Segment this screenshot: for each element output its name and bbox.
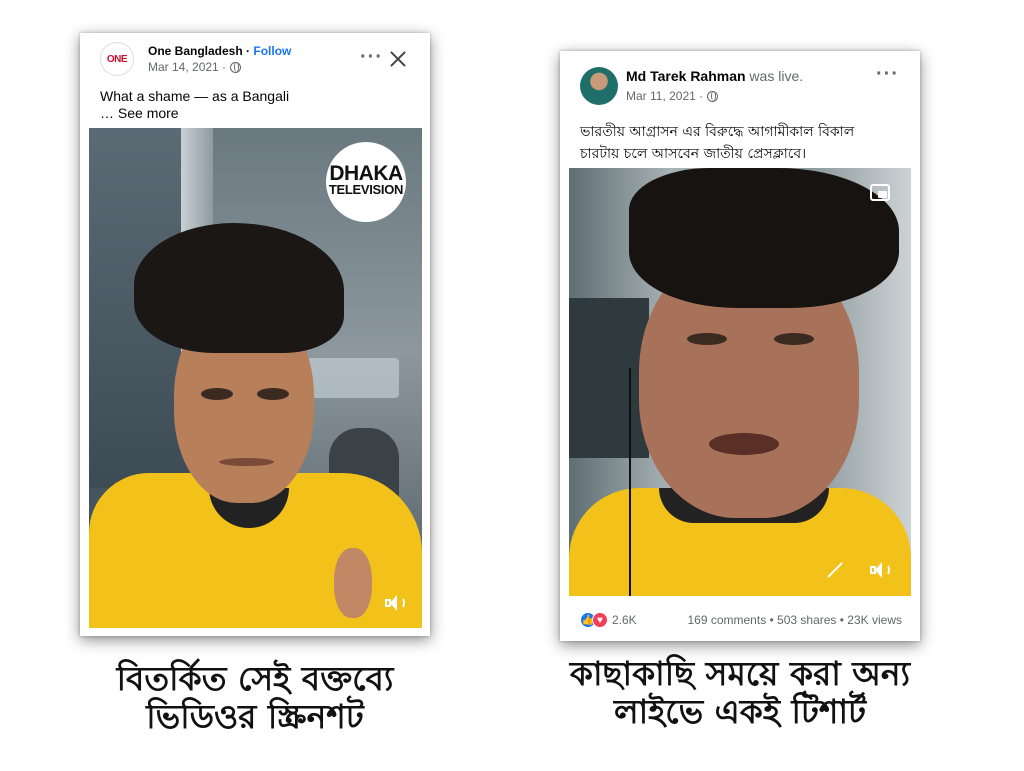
- video-player[interactable]: DHAKA TELEVISION: [89, 128, 422, 628]
- more-horizontal-icon[interactable]: ···: [876, 64, 899, 84]
- header-separator: ·: [242, 44, 254, 58]
- expand-icon[interactable]: [827, 562, 843, 578]
- post-header-line: Md Tarek Rahman was live.: [626, 68, 803, 84]
- left-facebook-post: ONE One Bangladesh · Follow Mar 14, 2021…: [80, 33, 430, 636]
- hair: [629, 168, 899, 308]
- right-caption: কাছাকাছি সময়ে করা অন্য লাইভে একই টিশার্…: [560, 655, 920, 731]
- right-facebook-post: Md Tarek Rahman was live. Mar 11, 2021 ·…: [560, 51, 920, 641]
- post-text-line: What a shame — as a Bangali: [100, 88, 290, 104]
- caption-line: বিতর্কিত সেই বক্তব্যে: [116, 659, 394, 698]
- post-text-line: ভারতীয় আগ্রাসন এর বিরুদ্ধে আগামীকাল বিক…: [580, 124, 855, 140]
- reaction-count: 2.6K: [612, 613, 637, 627]
- post-text: ভারতীয় আগ্রাসন এর বিরুদ্ধে আগামীকাল বিক…: [580, 121, 854, 165]
- globe-icon: [707, 90, 719, 102]
- follow-button[interactable]: Follow: [253, 44, 291, 58]
- post-date[interactable]: Mar 11, 2021 ·: [626, 89, 703, 103]
- caption-line: কাছাকাছি সময়ে করা অন্য: [569, 654, 911, 693]
- dhaka-television-logo: DHAKA TELEVISION: [326, 142, 406, 222]
- page-avatar[interactable]: ONE: [100, 42, 134, 76]
- picture-in-picture-icon[interactable]: [870, 184, 890, 201]
- post-header-line: One Bangladesh · Follow: [148, 44, 291, 58]
- post-text-line: চারটায় চলে আসবেন জাতীয় প্রেসক্লাবে।: [580, 146, 807, 162]
- right-eye: [774, 333, 814, 345]
- more-horizontal-icon[interactable]: ···: [360, 47, 383, 67]
- author-name-link[interactable]: Md Tarek Rahman: [626, 68, 746, 84]
- mouth: [219, 458, 274, 466]
- video-player[interactable]: [569, 168, 911, 596]
- hair: [134, 223, 344, 353]
- left-eye: [687, 333, 727, 345]
- page-name-link[interactable]: One Bangladesh: [148, 44, 243, 58]
- logo-line2: TELEVISION: [328, 182, 404, 197]
- reaction-summary[interactable]: 👍 ♥ 2.6K: [580, 612, 637, 628]
- heart-icon: ♥: [592, 612, 608, 628]
- close-icon[interactable]: [389, 50, 407, 68]
- left-eye: [201, 388, 233, 400]
- hand: [334, 548, 372, 618]
- post-footer: 👍 ♥ 2.6K 169 comments • 503 shares • 23K…: [580, 610, 902, 630]
- speaker-icon[interactable]: [870, 561, 890, 579]
- speaker-icon[interactable]: [385, 594, 405, 612]
- post-date-line: Mar 14, 2021 ·: [148, 60, 242, 74]
- mouth: [709, 433, 779, 455]
- video-background-door: [569, 298, 649, 458]
- earphone-cable: [629, 368, 631, 596]
- globe-icon: [230, 61, 242, 73]
- logo-line1: DHAKA: [329, 162, 403, 185]
- left-caption: বিতর্কিত সেই বক্তব্যে ভিডিওর স্ক্রিনশট: [95, 660, 415, 736]
- see-more-link[interactable]: … See more: [100, 105, 289, 122]
- live-status: was live.: [745, 68, 804, 84]
- post-date-line: Mar 11, 2021 ·: [626, 89, 719, 103]
- author-avatar[interactable]: [580, 67, 618, 105]
- post-text: What a shame — as a Bangali … See more: [100, 88, 289, 122]
- avatar-logo-text: ONE: [106, 53, 128, 65]
- caption-line: ভিডিওর স্ক্রিনশট: [146, 697, 364, 736]
- right-eye: [257, 388, 289, 400]
- caption-line: লাইভে একই টিশার্ট: [613, 692, 866, 731]
- post-date[interactable]: Mar 14, 2021 ·: [148, 60, 226, 74]
- post-stats[interactable]: 169 comments • 503 shares • 23K views: [687, 613, 902, 627]
